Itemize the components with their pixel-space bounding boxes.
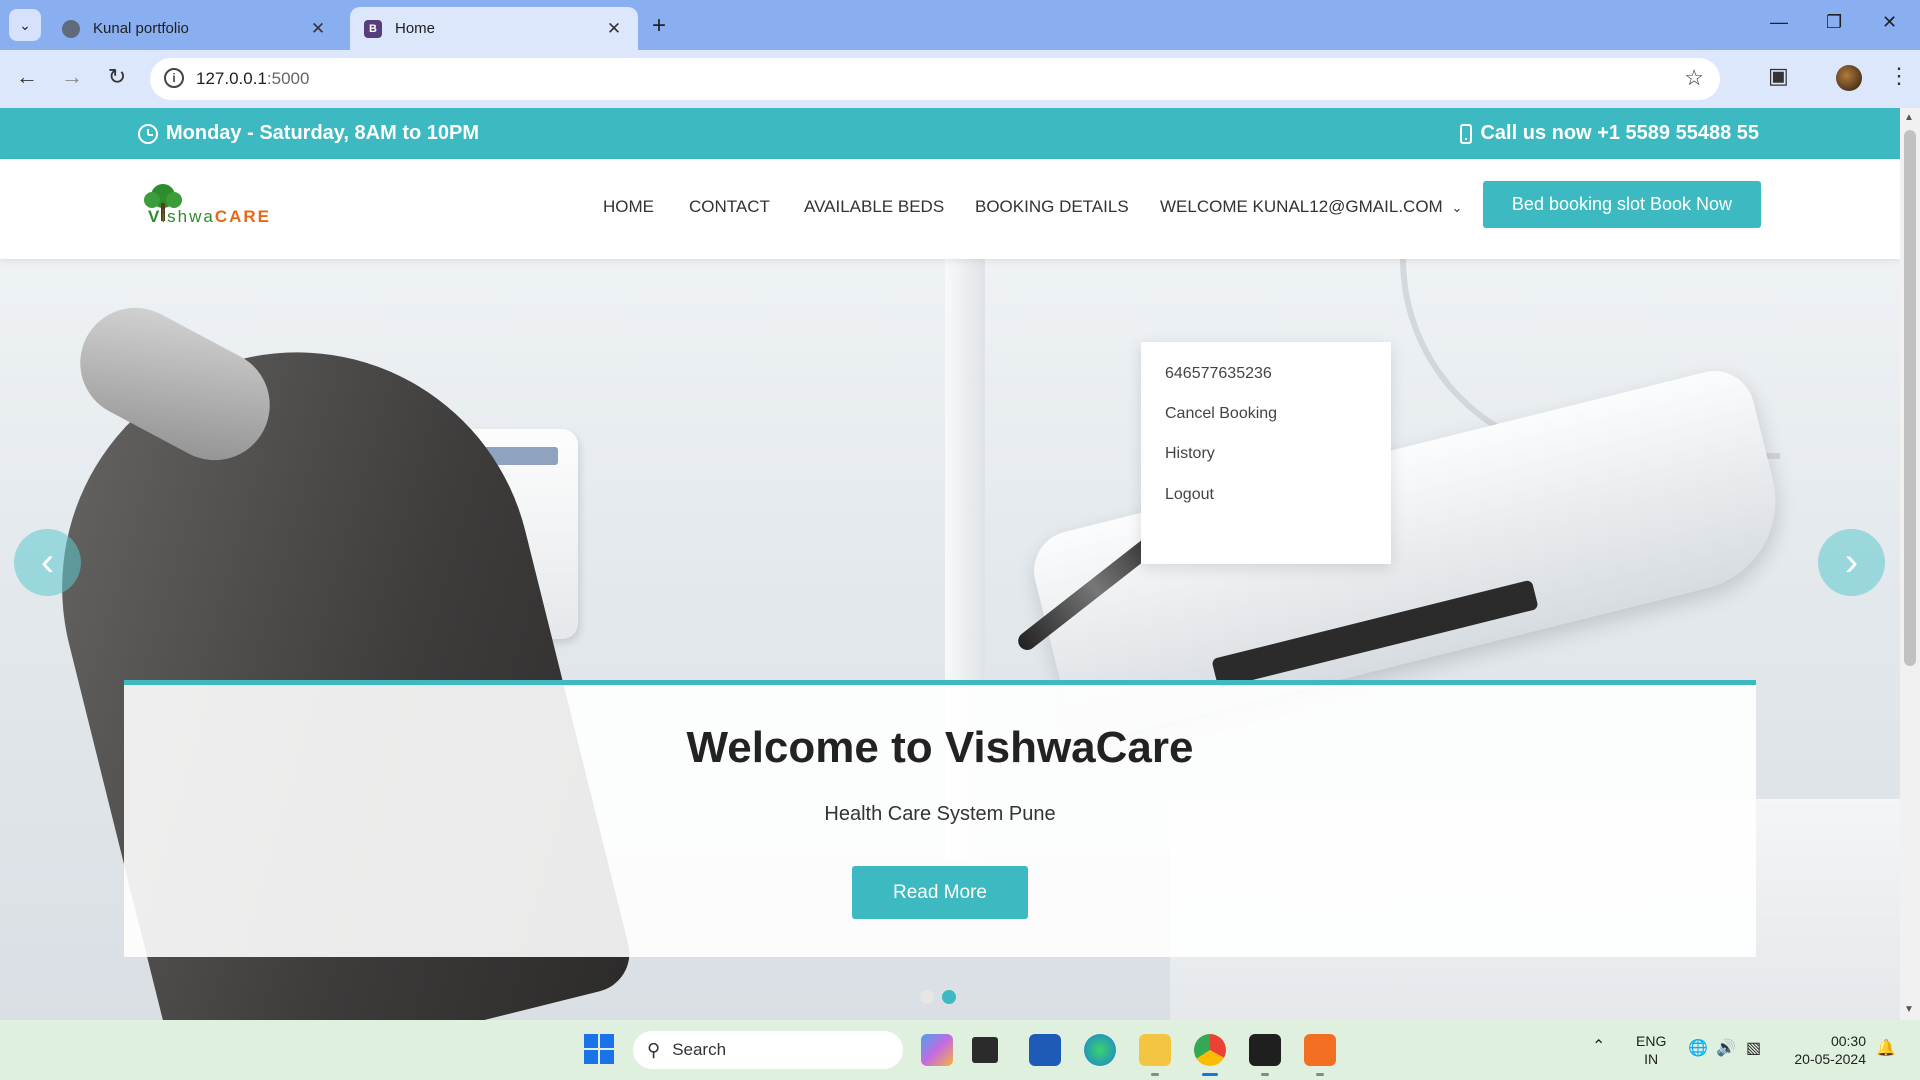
taskbar-search-label: Search [672,1040,727,1059]
site-info-icon[interactable]: i [164,68,184,88]
dropdown-item-logout[interactable]: Logout [1165,486,1214,504]
hero-subtitle: Health Care System Pune [824,803,1056,825]
profile-avatar[interactable] [1836,65,1862,91]
scroll-up-icon[interactable]: ▲ [1904,112,1914,123]
close-tab-icon[interactable]: ✕ [604,19,624,39]
language-indicator[interactable]: ENG IN [1636,1032,1666,1068]
browser-tab[interactable]: Kunal portfolio ✕ [48,7,342,50]
chevron-down-icon: ⌄ [1451,200,1463,215]
book-bed-button[interactable]: Bed booking slot Book Now [1483,181,1761,228]
xampp-icon[interactable] [1304,1034,1336,1066]
bootstrap-icon: B [364,19,382,38]
search-icon: ⚲ [647,1039,661,1060]
restore-icon[interactable]: ❐ [1826,12,1842,33]
nav-booking-details[interactable]: BOOKING DETAILS [975,197,1129,217]
reload-icon[interactable]: ↻ [102,64,132,90]
url-text[interactable]: 127.0.0.1:5000 [196,69,309,89]
chrome-icon[interactable] [1194,1034,1226,1066]
bookmark-star-icon[interactable]: ☆ [1684,65,1704,91]
dropdown-item-history[interactable]: History [1165,445,1215,463]
dropdown-item-cancel-booking[interactable]: Cancel Booking [1165,405,1277,423]
carousel-prev-button[interactable]: ‹ [14,529,81,596]
battery-icon[interactable]: ▧ [1746,1040,1761,1058]
carousel-indicator-2[interactable] [942,990,956,1004]
address-bar[interactable]: i 127.0.0.1:5000 ☆ [150,58,1720,100]
main-navbar: VishwaCARE HOME CONTACT AVAILABLE BEDS B… [0,159,1900,259]
opening-hours: Monday - Saturday, 8AM to 10PM [138,122,479,145]
store-icon[interactable] [1029,1034,1061,1066]
clock-icon [138,123,158,144]
nav-contact[interactable]: CONTACT [689,197,770,217]
top-info-bar: Monday - Saturday, 8AM to 10PM Call us n… [0,108,1900,159]
terminal-icon[interactable] [1249,1034,1281,1066]
volume-icon[interactable]: 🔊 [1716,1040,1736,1058]
app-running-indicator [1151,1073,1159,1076]
hero-carousel: ‹ › Welcome to VishwaCare Health Care Sy… [0,259,1900,1020]
nav-available-beds[interactable]: AVAILABLE BEDS [804,197,944,217]
taskbar-search[interactable]: ⚲ Search [633,1031,903,1069]
tab-title: Kunal portfolio [93,20,189,37]
windows-taskbar: ⚲ Search ⌃ ENG IN 🌐 🔊 ▧ 00:30 20-05-2024… [0,1020,1920,1080]
call-info: Call us now +1 5589 55488 55 [1460,122,1759,145]
chevron-up-icon[interactable]: ⌃ [1592,1038,1605,1056]
scroll-down-icon[interactable]: ▼ [1904,1004,1914,1015]
new-tab-button[interactable]: + [652,12,666,40]
globe-icon [62,19,80,38]
browser-toolbar: ← → ↻ i 127.0.0.1:5000 ☆ ▣ ⋮ [0,50,1920,108]
close-window-icon[interactable]: ✕ [1882,12,1897,33]
close-tab-icon[interactable]: ✕ [308,19,328,39]
read-more-button[interactable]: Read More [852,866,1028,919]
nav-home[interactable]: HOME [603,197,654,217]
windows-start-icon[interactable] [584,1034,614,1064]
chevron-left-icon: ‹ [40,540,55,584]
carousel-indicators [920,990,956,1004]
chevron-down-icon: ⌄ [19,16,31,33]
carousel-indicator-1[interactable] [920,990,934,1004]
file-explorer-icon[interactable] [1139,1034,1171,1066]
copilot-icon[interactable] [921,1034,953,1066]
welcome-user-text: WELCOME KUNAL12@GMAIL.COM [1160,197,1443,216]
dropdown-item-account-id[interactable]: 646577635236 [1165,365,1272,383]
menu-kebab-icon[interactable]: ⋮ [1888,63,1910,89]
app-active-indicator [1202,1073,1218,1076]
page-scrollbar[interactable]: ▲ ▼ [1900,108,1920,1020]
task-view-icon[interactable] [972,1037,998,1063]
hero-title: Welcome to VishwaCare [686,723,1194,772]
nav-user-dropdown[interactable]: WELCOME KUNAL12@GMAIL.COM ⌄ [1160,197,1462,217]
user-dropdown-menu: 646577635236 Cancel Booking History Logo… [1141,342,1391,564]
call-text: Call us now +1 5589 55488 55 [1480,122,1759,144]
extensions-icon[interactable]: ▣ [1768,63,1789,89]
tab-search-button[interactable]: ⌄ [9,9,41,41]
opening-hours-text: Monday - Saturday, 8AM to 10PM [166,122,480,144]
edge-icon[interactable] [1084,1034,1116,1066]
phone-icon [1460,123,1473,144]
clock[interactable]: 00:30 20-05-2024 [1786,1032,1866,1068]
site-logo[interactable]: VishwaCARE [140,183,270,235]
network-globe-icon[interactable]: 🌐 [1688,1040,1708,1058]
carousel-next-button[interactable]: › [1818,529,1885,596]
app-running-indicator [1316,1073,1324,1076]
app-running-indicator [1261,1073,1269,1076]
browser-tab-active[interactable]: B Home ✕ [350,7,638,50]
back-icon[interactable]: ← [12,64,42,90]
scrollbar-thumb[interactable] [1904,130,1916,666]
minimize-icon[interactable]: — [1770,12,1788,33]
chevron-right-icon: › [1844,540,1859,584]
forward-icon[interactable]: → [57,64,87,90]
web-page: Monday - Saturday, 8AM to 10PM Call us n… [0,108,1900,1020]
logo-text: VishwaCARE [148,207,271,226]
tab-title: Home [395,20,436,37]
notification-bell-icon[interactable]: 🔔 [1876,1040,1896,1058]
browser-tabstrip: ⌄ Kunal portfolio ✕ B Home ✕ + — ❐ ✕ [0,0,1920,50]
hero-caption: Welcome to VishwaCare Health Care System… [124,680,1756,957]
